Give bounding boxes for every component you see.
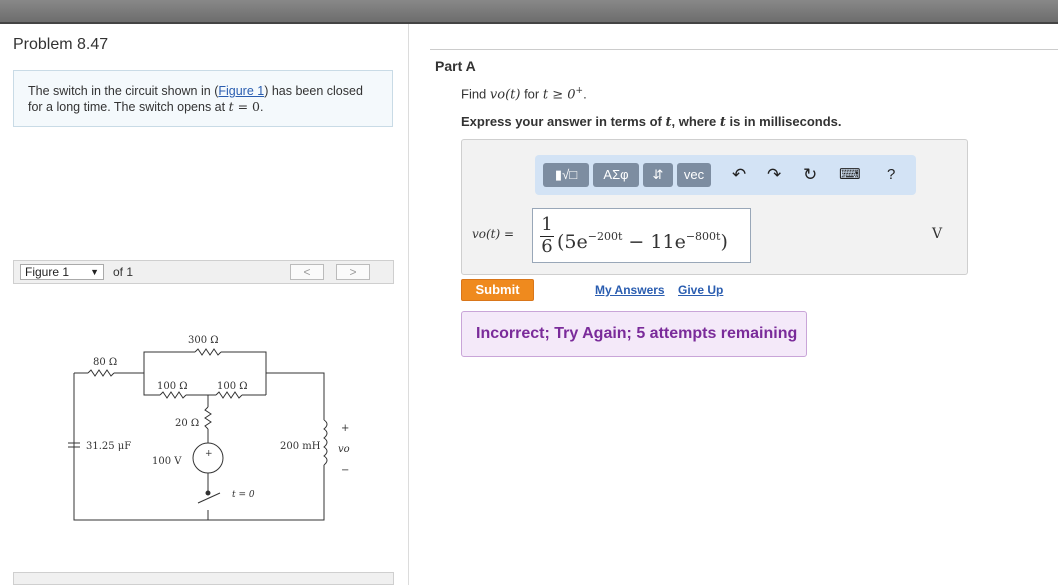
problem-equals-zero: = 0 <box>233 99 260 114</box>
r100a-label: 100 Ω <box>157 381 188 392</box>
express-end: is in milliseconds. <box>725 114 842 129</box>
figure-nav-bar: Figure 1 ▼ of 1 < > <box>13 260 394 284</box>
figure-bottom-bar <box>13 572 394 585</box>
figure-count: of 1 <box>113 265 134 279</box>
find-cond: t ≥ 0 <box>542 87 576 103</box>
answer-expression: (5e−200t − 11e−800t) <box>557 226 728 253</box>
answer-input[interactable]: 1 6 (5e−200t − 11e−800t) <box>532 208 751 263</box>
prev-figure-button[interactable]: < <box>290 264 324 280</box>
find-mid: for <box>520 86 543 102</box>
answer-unit: V <box>932 226 943 242</box>
my-answers-link[interactable]: My Answers <box>595 283 665 297</box>
give-up-link[interactable]: Give Up <box>678 283 723 297</box>
keyboard-icon[interactable]: ⌨ <box>839 165 861 185</box>
switch-label: t = 0 <box>232 490 255 500</box>
problem-title: Problem 8.47 <box>13 36 109 53</box>
circuit-diagram: 80 Ω 300 Ω 100 Ω 100 Ω 20 Ω 31.25 μF 100… <box>68 335 350 521</box>
vo-label: vo <box>338 444 350 455</box>
find-prompt: Find vo(t) for t ≥ 0+. <box>461 86 587 102</box>
source-plus-label: + <box>205 449 213 459</box>
undo-icon[interactable]: ↶ <box>732 165 746 185</box>
vo-plus-label: + <box>341 423 349 434</box>
vec-button[interactable]: vec <box>677 163 711 187</box>
problem-text-before: The switch in the circuit shown in ( <box>28 84 219 98</box>
redo-icon[interactable]: ↷ <box>767 165 781 185</box>
reset-icon[interactable]: ↻ <box>803 165 817 185</box>
help-button[interactable]: ? <box>887 165 895 185</box>
expr-mid: − 11e <box>622 231 686 253</box>
problem-text-end: . <box>259 100 264 114</box>
figure-select-value: Figure 1 <box>25 265 70 279</box>
figure-link[interactable]: Figure 1 <box>218 84 264 98</box>
subscript-button[interactable]: ⇵ <box>643 163 673 187</box>
greek-button[interactable]: ΑΣφ <box>593 163 639 187</box>
fraction-numerator: 1 <box>541 214 553 235</box>
vo-minus-label: − <box>341 465 349 476</box>
dropdown-caret-icon: ▼ <box>90 267 99 277</box>
expr-exp2: −800t <box>685 230 721 243</box>
part-title: Part A <box>435 58 476 74</box>
next-figure-button[interactable]: > <box>336 264 370 280</box>
source-label: 100 V <box>152 456 182 467</box>
find-vo: vo(t) <box>489 87 521 103</box>
r20-label: 20 Ω <box>175 418 199 429</box>
inductor-label: 200 mH <box>280 441 321 452</box>
expr-close: ) <box>720 231 728 253</box>
panel-divider <box>408 24 409 585</box>
express-prompt: Express your answer in terms of t, where… <box>461 114 842 130</box>
math-toolbar: ▮√□ ΑΣφ ⇵ vec ↶ ↷ ↻ ⌨ ? <box>535 155 916 195</box>
r80-label: 80 Ω <box>93 357 117 368</box>
part-divider <box>430 49 1058 50</box>
problem-statement: The switch in the circuit shown in (Figu… <box>13 70 393 127</box>
r100b-label: 100 Ω <box>217 381 248 392</box>
figure-select[interactable]: Figure 1 ▼ <box>20 264 104 280</box>
feedback-message: Incorrect; Try Again; 5 attempts remaini… <box>461 311 807 357</box>
find-sup: + <box>575 86 584 96</box>
top-bar <box>0 0 1058 24</box>
expr-exp1: −200t <box>587 230 623 243</box>
r300-label: 300 Ω <box>188 335 219 346</box>
answer-box: ▮√□ ΑΣφ ⇵ vec ↶ ↷ ↻ ⌨ ? vo(t) = 1 6 (5e−… <box>461 139 968 275</box>
submit-button[interactable]: Submit <box>461 279 534 301</box>
express-mid: , where <box>671 114 720 129</box>
find-end: . <box>583 86 587 102</box>
capacitor-label: 31.25 μF <box>86 441 131 452</box>
answer-label: vo(t) = <box>472 227 515 241</box>
templates-button[interactable]: ▮√□ <box>543 163 589 187</box>
fraction-denominator: 6 <box>541 236 553 257</box>
find-prefix: Find <box>461 86 490 102</box>
expr-open: (5e <box>557 231 588 253</box>
express-prefix: Express your answer in terms of <box>461 114 666 129</box>
